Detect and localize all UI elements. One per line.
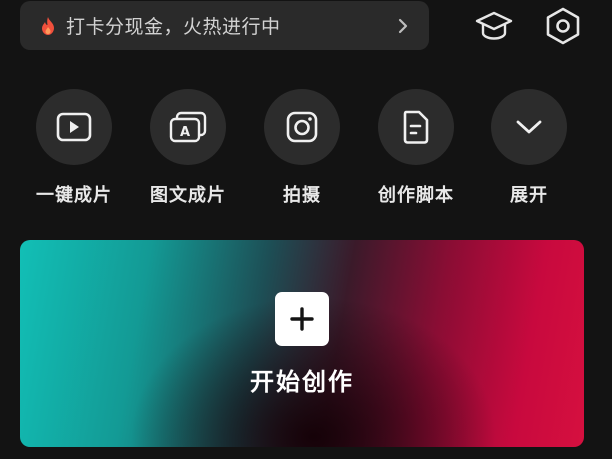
quick-tools: 一键成片 A 图文成片 拍摄 创作脚本 展开 (0, 89, 612, 219)
start-creating-button[interactable]: 开始创作 (20, 240, 584, 447)
graduation-cap-icon[interactable] (472, 4, 516, 48)
tool-one-click-video[interactable]: 一键成片 (24, 89, 124, 207)
settings-hexagon-icon[interactable] (541, 4, 585, 48)
svg-text:A: A (180, 125, 190, 140)
tool-label: 一键成片 (36, 185, 112, 206)
script-doc-icon (378, 89, 454, 165)
image-text-icon: A (150, 89, 226, 165)
banner-text: 打卡分现金，火热进行中 (66, 16, 281, 38)
chevron-right-icon (395, 16, 411, 36)
tool-label: 展开 (510, 185, 548, 206)
camera-icon (264, 89, 340, 165)
tool-camera[interactable]: 拍摄 (252, 89, 352, 207)
plus-icon (275, 292, 329, 346)
start-creating-label: 开始创作 (250, 368, 354, 396)
tool-label: 拍摄 (283, 185, 321, 206)
tool-label: 图文成片 (150, 185, 226, 206)
tool-expand[interactable]: 展开 (479, 89, 579, 207)
tool-image-text-video[interactable]: A 图文成片 (138, 89, 238, 207)
fire-icon (38, 16, 58, 36)
tool-label: 创作脚本 (378, 185, 454, 206)
play-video-icon (36, 89, 112, 165)
tool-script[interactable]: 创作脚本 (366, 89, 466, 207)
chevron-down-icon (491, 89, 567, 165)
promo-banner[interactable]: 打卡分现金，火热进行中 (20, 1, 429, 50)
